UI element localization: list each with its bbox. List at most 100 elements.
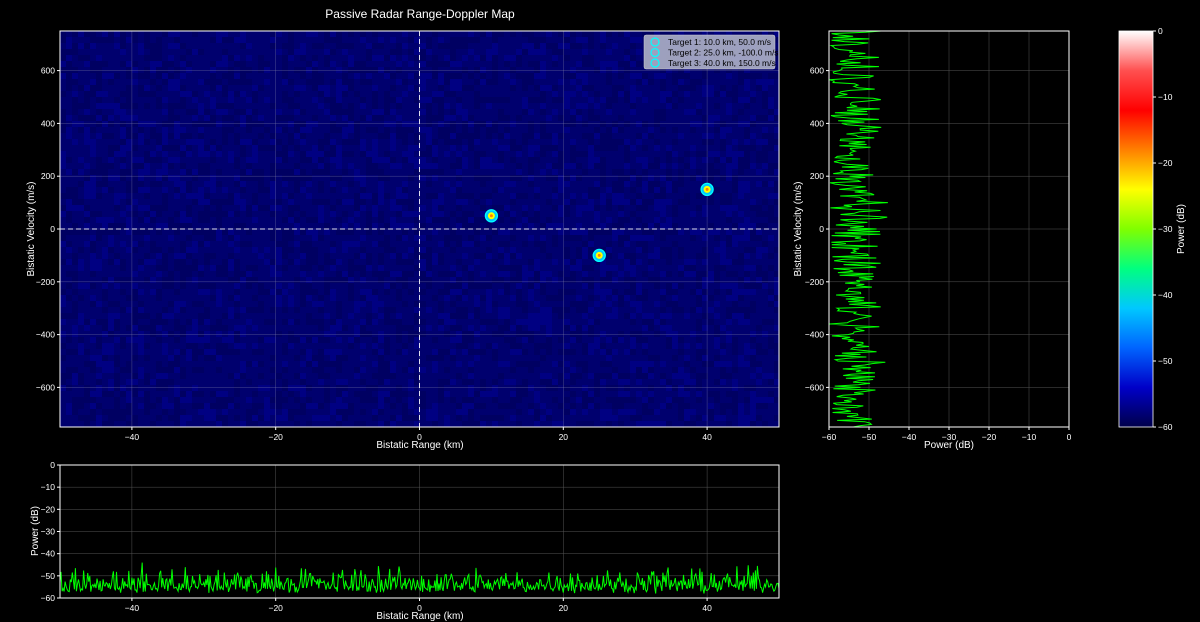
- noise-cell: [570, 265, 576, 271]
- noise-cell: [240, 271, 246, 277]
- noise-cell: [228, 337, 234, 343]
- noise-cell: [624, 397, 630, 403]
- noise-cell: [72, 313, 78, 319]
- noise-cell: [378, 181, 384, 187]
- noise-cell: [516, 397, 522, 403]
- noise-cell: [168, 403, 174, 409]
- noise-cell: [678, 199, 684, 205]
- noise-cell: [516, 295, 522, 301]
- noise-cell: [672, 181, 678, 187]
- noise-cell: [270, 169, 276, 175]
- noise-cell: [624, 217, 630, 223]
- noise-cell: [156, 55, 162, 61]
- noise-cell: [318, 379, 324, 385]
- noise-cell: [486, 343, 492, 349]
- noise-cell: [108, 313, 114, 319]
- noise-cell: [84, 55, 90, 61]
- noise-cell: [498, 271, 504, 277]
- noise-cell: [390, 205, 396, 211]
- noise-cell: [600, 361, 606, 367]
- noise-cell: [576, 43, 582, 49]
- noise-cell: [660, 73, 666, 79]
- noise-cell: [636, 301, 642, 307]
- noise-cell: [720, 415, 726, 421]
- noise-cell: [750, 301, 756, 307]
- noise-cell: [246, 379, 252, 385]
- noise-cell: [216, 31, 222, 37]
- noise-cell: [108, 241, 114, 247]
- noise-cell: [726, 289, 732, 295]
- noise-cell: [462, 241, 468, 247]
- noise-cell: [768, 319, 774, 325]
- noise-cell: [180, 181, 186, 187]
- noise-cell: [588, 109, 594, 115]
- colorbar-label: Power (dB): [1176, 204, 1187, 254]
- noise-cell: [138, 73, 144, 79]
- noise-cell: [696, 391, 702, 397]
- noise-cell: [84, 61, 90, 67]
- noise-cell: [606, 349, 612, 355]
- noise-cell: [234, 391, 240, 397]
- noise-cell: [384, 121, 390, 127]
- noise-cell: [294, 397, 300, 403]
- noise-cell: [114, 313, 120, 319]
- noise-cell: [342, 271, 348, 277]
- noise-cell: [174, 43, 180, 49]
- noise-cell: [66, 115, 72, 121]
- noise-cell: [288, 385, 294, 391]
- noise-cell: [132, 187, 138, 193]
- colorbar-tick-label: −50: [1158, 356, 1173, 366]
- noise-cell: [444, 331, 450, 337]
- noise-cell: [600, 409, 606, 415]
- noise-cell: [588, 277, 594, 283]
- noise-cell: [108, 37, 114, 43]
- y-tick-label: −40: [41, 549, 56, 559]
- noise-cell: [498, 157, 504, 163]
- noise-cell: [516, 175, 522, 181]
- noise-cell: [462, 43, 468, 49]
- noise-cell: [486, 97, 492, 103]
- noise-cell: [438, 319, 444, 325]
- noise-cell: [516, 349, 522, 355]
- noise-cell: [546, 145, 552, 151]
- noise-cell: [300, 187, 306, 193]
- noise-cell: [474, 67, 480, 73]
- noise-cell: [366, 331, 372, 337]
- noise-cell: [60, 49, 66, 55]
- noise-cell: [270, 397, 276, 403]
- noise-cell: [192, 31, 198, 37]
- noise-cell: [360, 79, 366, 85]
- noise-cell: [306, 61, 312, 67]
- noise-cell: [378, 199, 384, 205]
- noise-cell: [756, 247, 762, 253]
- noise-cell: [750, 205, 756, 211]
- noise-cell: [162, 73, 168, 79]
- noise-cell: [582, 313, 588, 319]
- noise-cell: [252, 157, 258, 163]
- noise-cell: [534, 205, 540, 211]
- noise-cell: [156, 169, 162, 175]
- noise-cell: [102, 31, 108, 37]
- noise-cell: [246, 421, 252, 427]
- noise-cell: [360, 325, 366, 331]
- noise-cell: [750, 331, 756, 337]
- noise-cell: [102, 289, 108, 295]
- noise-cell: [660, 223, 666, 229]
- noise-cell: [624, 139, 630, 145]
- noise-cell: [378, 217, 384, 223]
- noise-cell: [60, 127, 66, 133]
- noise-cell: [348, 55, 354, 61]
- noise-cell: [102, 121, 108, 127]
- noise-cell: [528, 61, 534, 67]
- noise-cell: [66, 409, 72, 415]
- noise-cell: [378, 265, 384, 271]
- noise-cell: [516, 301, 522, 307]
- noise-cell: [198, 241, 204, 247]
- noise-cell: [438, 109, 444, 115]
- noise-cell: [576, 151, 582, 157]
- noise-cell: [462, 337, 468, 343]
- noise-cell: [618, 211, 624, 217]
- noise-cell: [450, 55, 456, 61]
- noise-cell: [420, 85, 426, 91]
- noise-cell: [642, 397, 648, 403]
